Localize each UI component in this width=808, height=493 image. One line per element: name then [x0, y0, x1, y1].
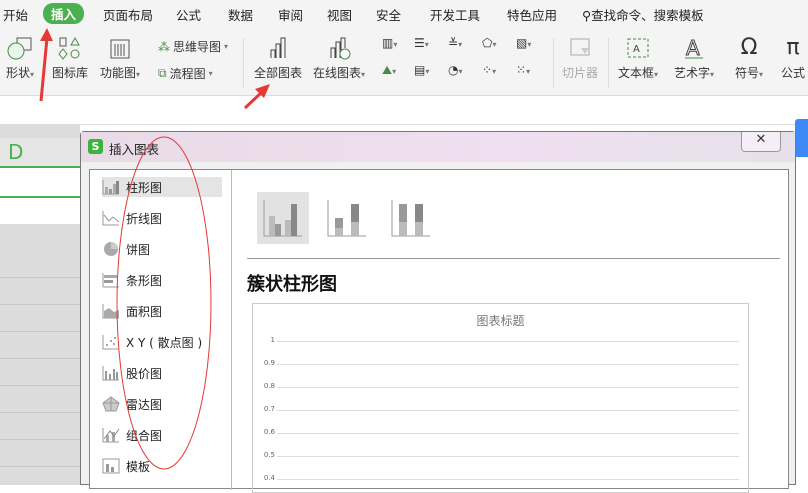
red-arrow-all-charts: [243, 84, 270, 110]
annotation-overlay: [39, 28, 270, 470]
red-ellipse-category-highlight: [116, 136, 212, 470]
red-arrow-insert: [39, 28, 53, 102]
